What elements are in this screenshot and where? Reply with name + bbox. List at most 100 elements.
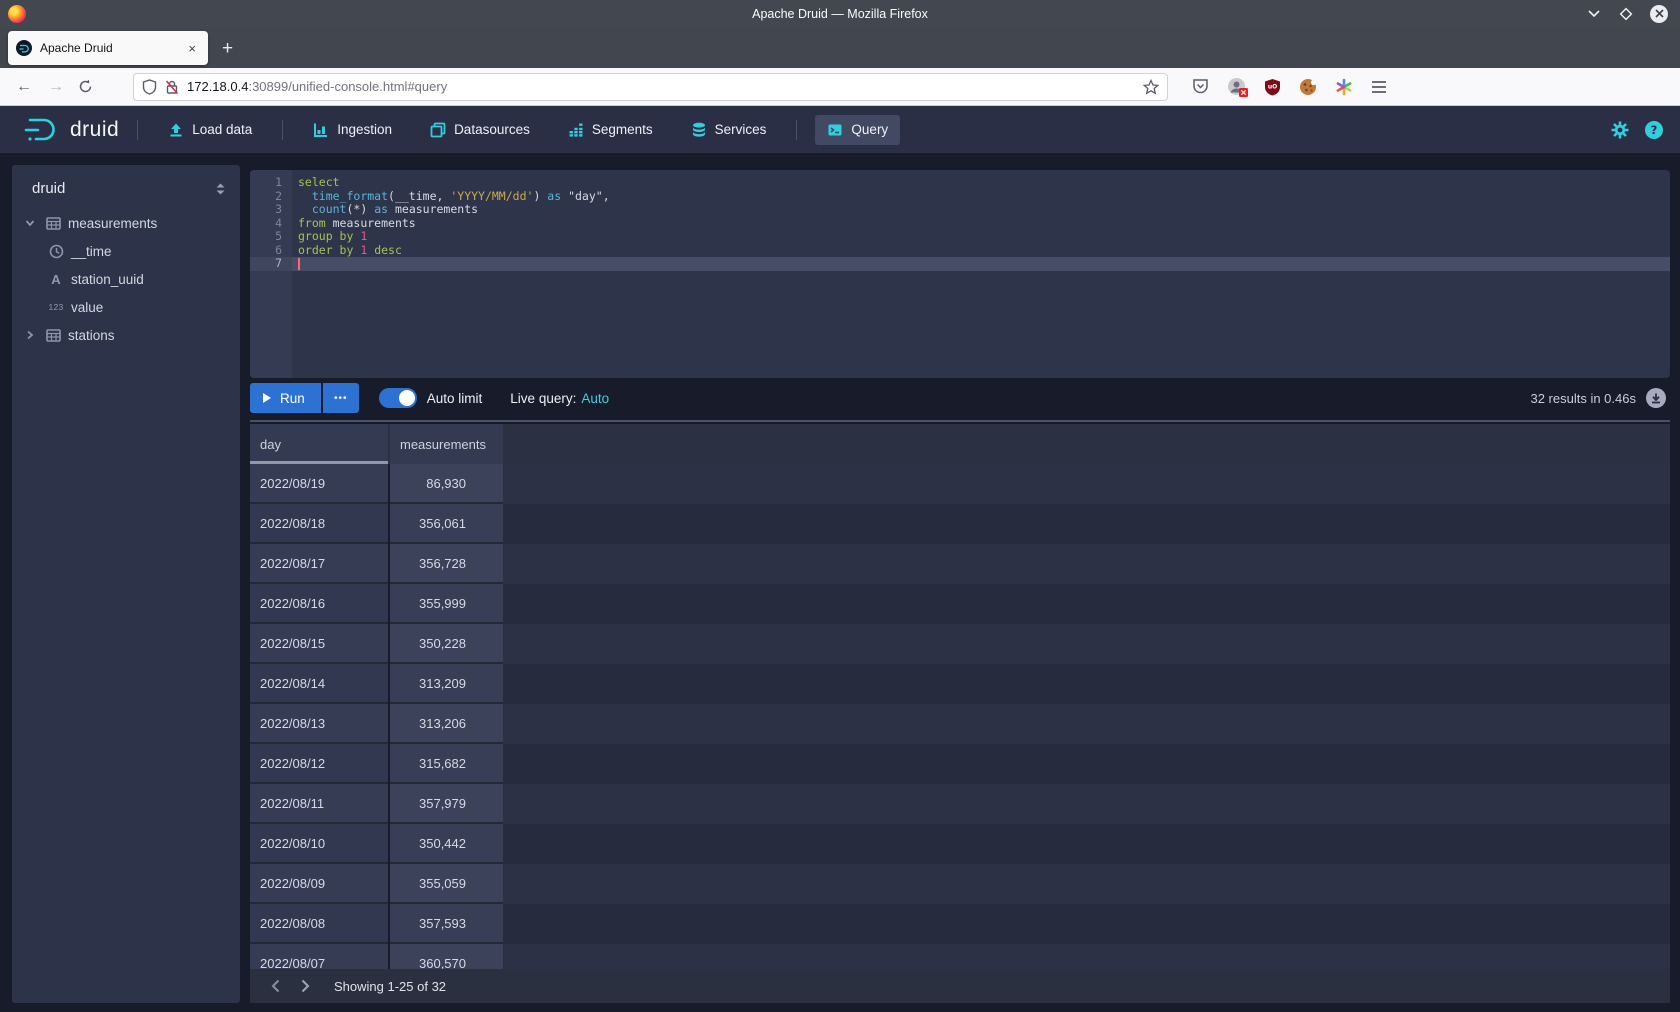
table-row: 2022/08/17356,728	[250, 544, 1670, 584]
column-header-day[interactable]: day	[250, 424, 388, 464]
text-cursor	[298, 258, 300, 270]
auto-limit-toggle[interactable]	[379, 388, 417, 408]
tree-column-__time[interactable]: __time	[12, 237, 240, 265]
cell-measurements[interactable]: 313,206	[390, 704, 503, 744]
nav-item-segments[interactable]: Segments	[556, 115, 665, 145]
window-close-icon[interactable]	[1650, 5, 1668, 23]
svg-text:?: ?	[1651, 123, 1658, 137]
insecure-lock-icon[interactable]	[165, 79, 179, 95]
table-row: 2022/08/10350,442	[250, 824, 1670, 864]
cell-day[interactable]: 2022/08/10	[250, 824, 388, 864]
url-bar[interactable]: 172.18.0.4:30899/unified-console.html#qu…	[133, 73, 1168, 101]
settings-gear-icon[interactable]	[1610, 120, 1630, 140]
next-page-icon[interactable]	[290, 971, 320, 1001]
cell-measurements[interactable]: 357,593	[390, 904, 503, 944]
cell-day[interactable]: 2022/08/09	[250, 864, 388, 904]
tab-close-icon[interactable]: ×	[184, 39, 200, 58]
window-minimize-icon[interactable]	[1586, 6, 1602, 22]
sql-editor[interactable]: 1234567 select time_format(__time, 'YYYY…	[250, 170, 1670, 378]
live-query-value[interactable]: Auto	[581, 391, 609, 406]
cell-day[interactable]: 2022/08/13	[250, 704, 388, 744]
cell-measurements[interactable]: 356,728	[390, 544, 503, 584]
cell-day[interactable]: 2022/08/16	[250, 584, 388, 624]
asterisk-extension-icon[interactable]	[1335, 78, 1353, 96]
druid-wordmark: druid	[70, 118, 119, 142]
window-title: Apache Druid — Mozilla Firefox	[0, 7, 1680, 21]
nav-divider	[796, 120, 797, 140]
gutter-line-number: 5	[250, 230, 292, 244]
tab-apache-druid[interactable]: Apache Druid ×	[8, 31, 208, 65]
reload-icon[interactable]	[78, 79, 93, 94]
auto-limit-label: Auto limit	[427, 391, 483, 406]
schema-name: druid	[32, 180, 215, 197]
bookmark-star-icon[interactable]	[1143, 79, 1159, 95]
cell-day[interactable]: 2022/08/11	[250, 784, 388, 824]
cell-day[interactable]: 2022/08/12	[250, 744, 388, 784]
chevron-right-icon[interactable]	[22, 329, 38, 341]
segments-icon	[568, 122, 584, 138]
window-maximize-icon[interactable]	[1618, 6, 1634, 22]
cell-measurements[interactable]: 313,209	[390, 664, 503, 704]
column-header-measurements[interactable]: measurements	[390, 424, 503, 464]
nav-item-query[interactable]: Query	[815, 115, 900, 145]
gutter-line-number: 6	[250, 244, 292, 258]
chevron-down-icon[interactable]	[22, 217, 38, 229]
help-icon[interactable]: ?	[1644, 120, 1664, 140]
row-filler	[503, 704, 1670, 744]
tree-column-station_uuid[interactable]: Astation_uuid	[12, 265, 240, 293]
cell-measurements[interactable]: 355,059	[390, 864, 503, 904]
nav-item-load-data[interactable]: Load data	[156, 115, 264, 145]
menu-hamburger-icon[interactable]	[1371, 80, 1387, 94]
nav-item-label: Ingestion	[337, 122, 392, 137]
schema-selector[interactable]: druid	[12, 165, 240, 209]
editor-code[interactable]: select time_format(__time, 'YYYY/MM/dd')…	[292, 170, 1670, 378]
nav-divider	[282, 120, 283, 140]
table-icon	[45, 328, 61, 343]
cell-measurements[interactable]: 86,930	[390, 464, 503, 504]
string-icon: A	[48, 272, 64, 287]
window-titlebar: Apache Druid — Mozilla Firefox	[0, 0, 1680, 27]
new-tab-button[interactable]: +	[222, 38, 233, 60]
tree-table-measurements[interactable]: measurements	[12, 209, 240, 237]
forward-button: →	[48, 78, 64, 96]
ublock-extension-icon[interactable]: uO	[1264, 78, 1281, 96]
run-more-button[interactable]: •••	[323, 383, 359, 413]
profile-extension-icon[interactable]	[1227, 77, 1246, 96]
results-rows: 2022/08/1986,9302022/08/18356,0612022/08…	[250, 464, 1670, 1003]
cell-day[interactable]: 2022/08/17	[250, 544, 388, 584]
tree-column-value[interactable]: 123value	[12, 293, 240, 321]
cookie-extension-icon[interactable]	[1299, 78, 1317, 96]
url-text[interactable]: 172.18.0.4:30899/unified-console.html#qu…	[187, 79, 1143, 94]
cell-day[interactable]: 2022/08/14	[250, 664, 388, 704]
druid-logo-icon	[22, 116, 62, 144]
cell-measurements[interactable]: 355,999	[390, 584, 503, 624]
nav-item-label: Segments	[592, 122, 653, 137]
cell-day[interactable]: 2022/08/18	[250, 504, 388, 544]
pocket-icon[interactable]	[1192, 78, 1209, 95]
table-row: 2022/08/13313,206	[250, 704, 1670, 744]
cell-measurements[interactable]: 350,442	[390, 824, 503, 864]
editor-gutter: 1234567	[250, 170, 292, 378]
results-divider	[250, 420, 1670, 422]
clock-icon	[48, 244, 64, 259]
cell-measurements[interactable]: 315,682	[390, 744, 503, 784]
tracking-shield-icon[interactable]	[142, 79, 157, 95]
cell-day[interactable]: 2022/08/08	[250, 904, 388, 944]
upload-icon	[168, 122, 184, 138]
cell-measurements[interactable]: 357,979	[390, 784, 503, 824]
tree-table-stations[interactable]: stations	[12, 321, 240, 349]
table-row: 2022/08/09355,059	[250, 864, 1670, 904]
download-results-icon[interactable]	[1646, 388, 1666, 408]
back-button[interactable]: ←	[16, 78, 32, 96]
druid-brand[interactable]: druid	[22, 116, 119, 144]
cell-day[interactable]: 2022/08/19	[250, 464, 388, 504]
nav-item-ingestion[interactable]: Ingestion	[301, 115, 404, 145]
cell-measurements[interactable]: 350,228	[390, 624, 503, 664]
cell-measurements[interactable]: 356,061	[390, 504, 503, 544]
nav-item-datasources[interactable]: Datasources	[418, 115, 542, 145]
run-button[interactable]: Run	[250, 383, 321, 413]
nav-item-services[interactable]: Services	[679, 115, 779, 145]
code-line-2: time_format(__time, 'YYYY/MM/dd') as "da…	[292, 190, 1670, 204]
prev-page-icon[interactable]	[260, 971, 290, 1001]
cell-day[interactable]: 2022/08/15	[250, 624, 388, 664]
